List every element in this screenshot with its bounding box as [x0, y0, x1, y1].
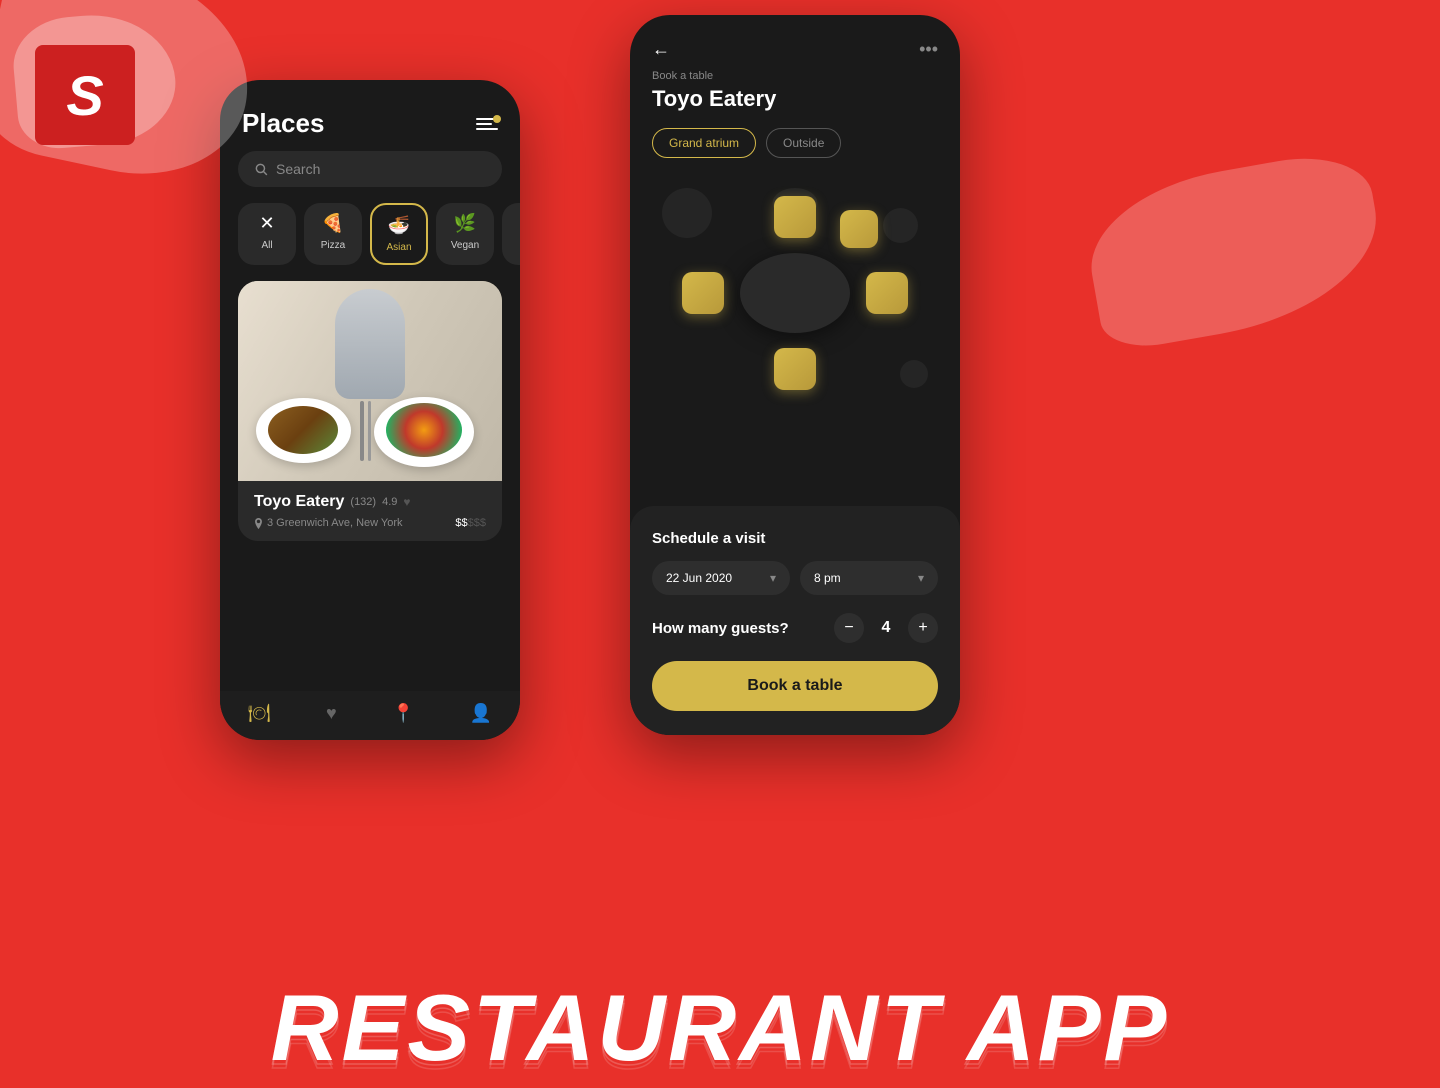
- nav-location-icon: 📍: [392, 703, 414, 724]
- filter-line-2: [476, 123, 492, 125]
- tab-grand-atrium[interactable]: Grand atrium: [652, 128, 756, 158]
- tab-outside[interactable]: Outside: [766, 128, 841, 158]
- asian-label: Asian: [386, 242, 411, 253]
- plate-1: [256, 398, 351, 463]
- vegan-icon: 🌿: [454, 213, 476, 234]
- asian-icon: 🍜: [388, 215, 410, 236]
- date-value: 22 Jun 2020: [666, 571, 732, 585]
- vegan-label: Vegan: [451, 240, 479, 251]
- chair-5: [840, 210, 878, 248]
- time-picker[interactable]: 8 pm ▾: [800, 561, 938, 595]
- location-tabs: Grand atrium Outside: [630, 128, 960, 178]
- plate-2: [374, 397, 474, 467]
- fork-shape: [360, 401, 364, 461]
- chair-left: [682, 272, 724, 314]
- booking-panel: Schedule a visit 22 Jun 2020 ▾ 8 pm ▾ Ho…: [630, 506, 960, 735]
- schedule-title: Schedule a visit: [652, 530, 938, 547]
- book-table-button[interactable]: Book a table: [652, 661, 938, 711]
- category-vegan[interactable]: 🌿 Vegan: [436, 203, 494, 265]
- card-meta: 3 Greenwich Ave, New York $$$$$: [254, 517, 486, 529]
- more-options[interactable]: •••: [919, 39, 938, 60]
- search-icon: [254, 162, 268, 176]
- guests-label: How many guests?: [652, 620, 789, 637]
- brush-decoration-right: [1078, 146, 1391, 354]
- nav-favorites[interactable]: ♥: [326, 703, 337, 724]
- table-layout: [652, 178, 938, 408]
- heart-icon[interactable]: ♥: [403, 495, 410, 509]
- nav-profile[interactable]: 👤: [470, 703, 492, 724]
- chair-top: [774, 196, 816, 238]
- chair-bottom: [774, 348, 816, 390]
- phone2-header: ← •••: [630, 15, 960, 70]
- deco-orb-2: [883, 208, 918, 243]
- logo-letter: S: [66, 63, 103, 128]
- logo-container: S: [25, 25, 165, 165]
- knife-shape: [368, 401, 371, 461]
- all-label: All: [261, 240, 272, 251]
- category-more[interactable]: ≡: [502, 203, 520, 265]
- guests-controls: − 4 +: [834, 613, 938, 643]
- phone-1: Places Search ✕ All 🍕 Pizza 🍜 Asian 🌿: [220, 80, 520, 740]
- card-info: Toyo Eatery (132) 4.9 ♥ 3 Greenwich Ave,…: [238, 481, 502, 541]
- restaurant-reviews: (132): [350, 496, 376, 508]
- pizza-label: Pizza: [321, 240, 345, 251]
- restaurant-title: Toyo Eatery: [630, 86, 960, 128]
- restaurant-card[interactable]: Toyo Eatery (132) 4.9 ♥ 3 Greenwich Ave,…: [238, 281, 502, 541]
- guests-count: 4: [878, 619, 894, 637]
- guests-plus-button[interactable]: +: [908, 613, 938, 643]
- restaurant-rating: 4.9: [382, 496, 397, 508]
- nav-home-icon: 🍽: [248, 703, 271, 724]
- places-title: Places: [242, 108, 324, 139]
- phone1-header: Places: [220, 80, 520, 151]
- restaurant-price: $$$$$: [455, 517, 486, 529]
- date-chevron: ▾: [770, 571, 776, 585]
- logo-box: S: [35, 45, 135, 145]
- nav-profile-icon: 👤: [470, 703, 492, 724]
- card-image: [238, 281, 502, 481]
- deco-orb-1: [662, 188, 712, 238]
- footer-section: RESTAURANT APP RESTAURANT APP RESTAURANT…: [0, 875, 1440, 1085]
- chair-right: [866, 272, 908, 314]
- date-picker[interactable]: 22 Jun 2020 ▾: [652, 561, 790, 595]
- nav-home[interactable]: 🍽: [248, 703, 271, 724]
- filter-dot: [493, 115, 501, 123]
- category-all[interactable]: ✕ All: [238, 203, 296, 265]
- nav-heart-icon: ♥: [326, 703, 337, 724]
- guests-minus-button[interactable]: −: [834, 613, 864, 643]
- all-icon: ✕: [259, 213, 274, 234]
- nav-location[interactable]: 📍: [392, 703, 414, 724]
- category-pizza[interactable]: 🍕 Pizza: [304, 203, 362, 265]
- bottom-nav: 🍽 ♥ 📍 👤: [220, 691, 520, 740]
- restaurant-address: 3 Greenwich Ave, New York: [254, 517, 403, 529]
- filter-line-3: [476, 128, 498, 130]
- card-name-row: Toyo Eatery (132) 4.9 ♥: [254, 493, 486, 511]
- deco-orb-3: [900, 360, 928, 388]
- food-image-bg: [238, 281, 502, 481]
- restaurant-name: Toyo Eatery: [254, 493, 344, 511]
- back-button[interactable]: ←: [652, 39, 670, 60]
- guests-row: How many guests? − 4 +: [652, 613, 938, 643]
- table-surface: [740, 253, 850, 333]
- footer-text-stack: RESTAURANT APP RESTAURANT APP RESTAURANT…: [271, 981, 1169, 1075]
- schedule-row: 22 Jun 2020 ▾ 8 pm ▾: [652, 561, 938, 595]
- search-bar[interactable]: Search: [238, 151, 502, 187]
- book-table-subtitle: Book a table: [630, 70, 960, 86]
- filter-icon[interactable]: [476, 118, 498, 130]
- pizza-icon: 🍕: [322, 213, 344, 234]
- categories-row: ✕ All 🍕 Pizza 🍜 Asian 🌿 Vegan ≡: [220, 203, 520, 281]
- footer-text: RESTAURANT APP: [271, 981, 1169, 1075]
- location-icon: [254, 518, 263, 529]
- phone-2: ← ••• Book a table Toyo Eatery Grand atr…: [630, 15, 960, 735]
- time-value: 8 pm: [814, 571, 841, 585]
- person-shape: [335, 289, 405, 399]
- category-asian[interactable]: 🍜 Asian: [370, 203, 428, 265]
- search-placeholder: Search: [276, 161, 320, 177]
- time-chevron: ▾: [918, 571, 924, 585]
